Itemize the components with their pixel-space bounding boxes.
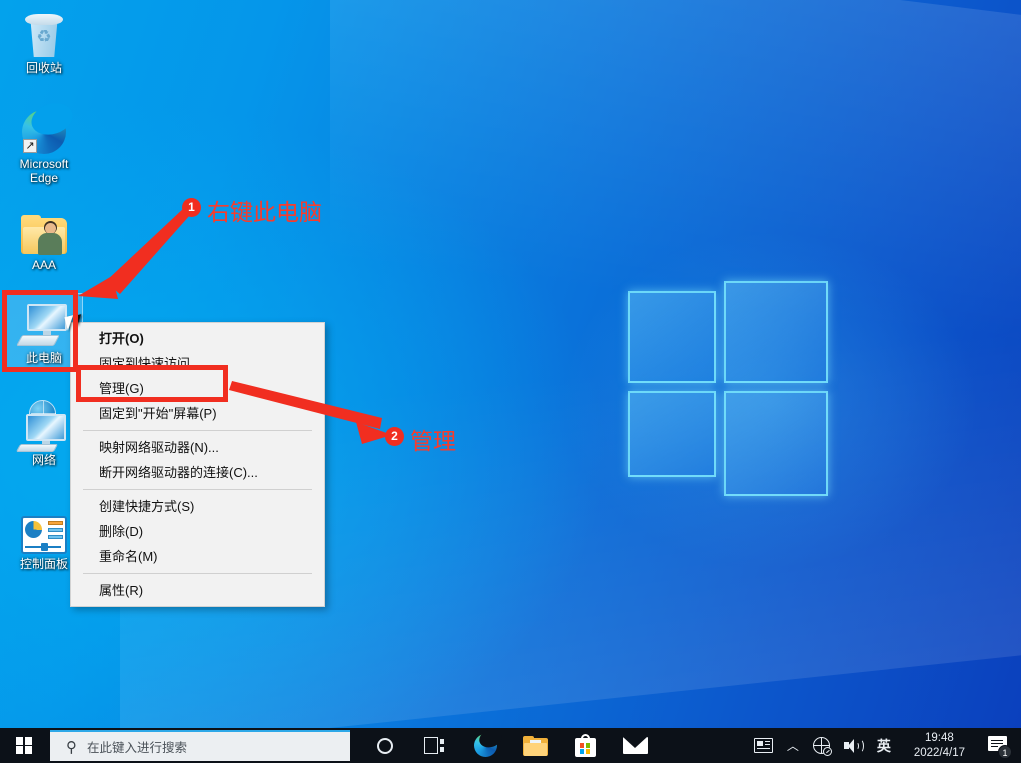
- task-view-icon[interactable]: [422, 733, 448, 759]
- system-tray: ︿ 英 19:48 2022/4/17 1: [747, 728, 1021, 763]
- desktop-icon-label: AAA: [6, 258, 82, 272]
- annotation-badge-1: 1: [182, 198, 201, 217]
- annotation-text-2: 管理: [410, 422, 456, 456]
- logo-pane-top-left: [628, 291, 716, 383]
- taskbar-pinned-apps: [372, 733, 648, 759]
- annotation-text-1: 右键此电脑: [207, 193, 322, 227]
- windows-logo-icon: [16, 737, 33, 754]
- search-placeholder: 在此键入进行搜索: [87, 737, 187, 756]
- news-and-interests-icon[interactable]: [747, 728, 780, 763]
- context-menu-item-open[interactable]: 打开(O): [71, 326, 324, 351]
- clock[interactable]: 19:48 2022/4/17: [898, 728, 981, 763]
- logo-pane-bottom-left: [628, 391, 716, 477]
- volume-icon[interactable]: [837, 728, 870, 763]
- annotation-box-manage: [76, 365, 228, 402]
- context-menu-item-properties[interactable]: 属性(R): [71, 578, 324, 603]
- edge-icon: ↗: [6, 102, 82, 154]
- context-menu-item-delete[interactable]: 删除(D): [71, 519, 324, 544]
- cortana-icon[interactable]: [372, 733, 398, 759]
- search-icon: ⚲: [66, 738, 77, 756]
- mail-icon[interactable]: [622, 733, 648, 759]
- context-menu-item-create-shortcut[interactable]: 创建快捷方式(S): [71, 494, 324, 519]
- context-menu-separator: [83, 573, 312, 574]
- file-explorer-icon[interactable]: [522, 733, 548, 759]
- logo-pane-bottom-right: [724, 391, 828, 496]
- microsoft-store-icon[interactable]: [572, 733, 598, 759]
- search-input[interactable]: ⚲ 在此键入进行搜索: [50, 730, 350, 761]
- context-menu-item-disconnect-network-drive[interactable]: 断开网络驱动器的连接(C)...: [71, 460, 324, 485]
- shortcut-arrow-icon: ↗: [23, 139, 37, 153]
- user-folder-icon: [6, 203, 82, 255]
- annotation-box-this-pc: [2, 290, 78, 372]
- desktop-icon-aaa[interactable]: AAA: [6, 203, 82, 272]
- network-icon[interactable]: [806, 728, 837, 763]
- context-menu-item-pin-to-start[interactable]: 固定到"开始"屏幕(P): [71, 401, 324, 426]
- chevron-up-icon[interactable]: ︿: [780, 728, 806, 763]
- desktop-screen: ♻ 回收站 ↗ Microsoft Edge: [0, 0, 1021, 763]
- notification-center-button[interactable]: 1: [981, 728, 1021, 763]
- logo-pane-top-right: [724, 281, 828, 383]
- context-menu-separator: [83, 489, 312, 490]
- clock-time: 19:48: [914, 731, 965, 746]
- desktop-icon-microsoft-edge[interactable]: ↗ Microsoft Edge: [6, 102, 82, 185]
- recycle-bin-icon: ♻: [6, 6, 82, 58]
- desktop-icon-label: Microsoft Edge: [6, 157, 82, 185]
- start-button[interactable]: [0, 728, 48, 763]
- clock-date: 2022/4/17: [914, 746, 965, 761]
- annotation-badge-2: 2: [385, 427, 404, 446]
- context-menu-separator: [83, 430, 312, 431]
- desktop-icon-label: 回收站: [6, 61, 82, 75]
- notification-badge: 1: [998, 745, 1012, 759]
- context-menu-item-rename[interactable]: 重命名(M): [71, 544, 324, 569]
- edge-icon[interactable]: [472, 733, 498, 759]
- desktop-icon-recycle-bin[interactable]: ♻ 回收站: [6, 6, 82, 75]
- windows-logo-wallpaper: [628, 281, 828, 496]
- ime-indicator[interactable]: 英: [870, 728, 898, 763]
- context-menu-item-map-network-drive[interactable]: 映射网络驱动器(N)...: [71, 435, 324, 460]
- taskbar: ⚲ 在此键入进行搜索 ︿: [0, 728, 1021, 763]
